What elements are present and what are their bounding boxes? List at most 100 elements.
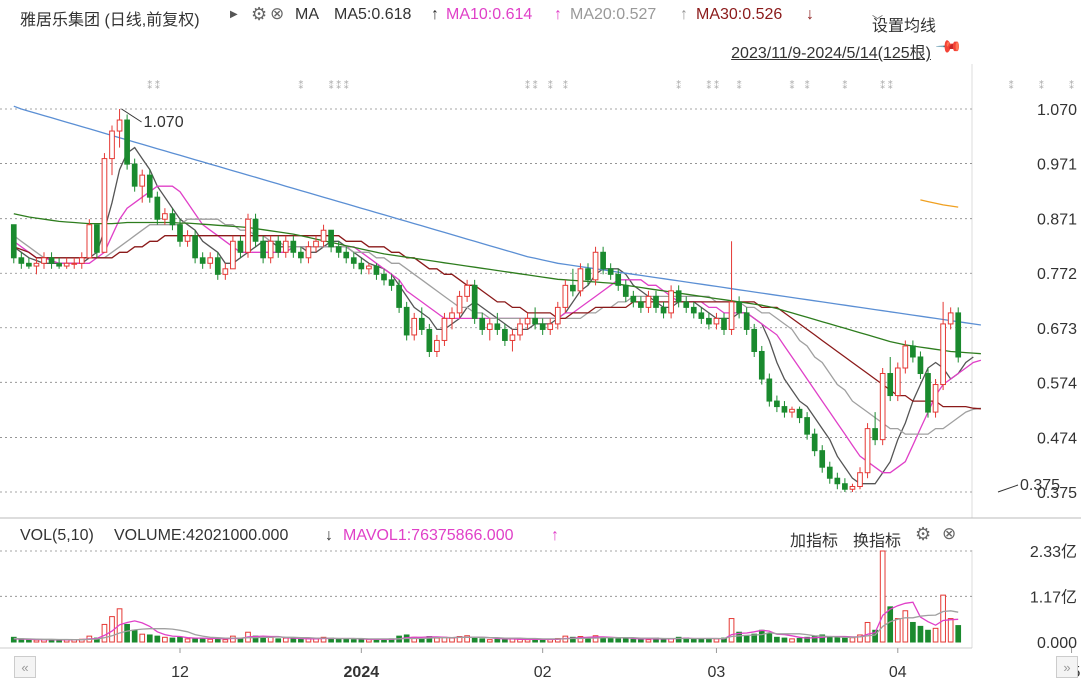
event-marker: ⁑ <box>298 79 303 92</box>
volume-bar <box>471 637 478 643</box>
close-icon[interactable]: ⊗ <box>270 4 284 24</box>
gear-icon[interactable]: ⚙ <box>251 4 267 25</box>
volume-bar <box>260 637 266 643</box>
candle <box>940 301 946 391</box>
annotation-pointer <box>121 108 142 123</box>
candle <box>320 224 327 247</box>
candle-body <box>56 262 62 267</box>
time-tick-label: 2024 <box>344 664 380 681</box>
volume-bar <box>940 594 946 643</box>
candle-body <box>796 408 803 419</box>
candle-body <box>660 306 667 314</box>
volume-bar <box>381 639 387 643</box>
volume-bar <box>343 638 350 643</box>
volume-bar <box>464 635 470 643</box>
volume-bar <box>751 633 758 643</box>
candle <box>562 279 569 313</box>
indicator-gear-icon[interactable]: ⚙ <box>915 524 931 545</box>
candle <box>622 279 629 302</box>
candle-body <box>758 350 765 380</box>
add-indicator-button[interactable]: 加指标 <box>790 527 838 551</box>
ma20-arrow: ↑ <box>680 6 688 23</box>
candle <box>690 301 697 319</box>
candle <box>71 257 78 269</box>
volume-bar <box>328 637 334 643</box>
expand-icon[interactable]: ▶ <box>230 9 238 20</box>
volume-tick-label: 0.000 <box>1037 635 1077 652</box>
candle <box>101 153 108 253</box>
volume-bar <box>547 639 554 643</box>
candle <box>683 296 690 313</box>
volume-bar <box>615 638 622 643</box>
candle <box>162 208 168 225</box>
candle-body <box>622 284 629 297</box>
candle-body <box>275 240 282 253</box>
candle-body <box>434 339 440 352</box>
candle <box>789 406 795 418</box>
volume-bars <box>10 550 962 643</box>
candle-body <box>653 295 659 308</box>
candle-body <box>721 317 727 330</box>
candle <box>146 169 153 203</box>
volume-bar <box>192 637 198 643</box>
candle-body <box>585 268 591 281</box>
ma20-line <box>13 218 981 435</box>
candle-body <box>539 323 546 330</box>
price-tick-label: 0.971 <box>1037 157 1077 174</box>
candle <box>887 356 894 402</box>
candle-body <box>774 400 780 408</box>
candle <box>849 483 856 492</box>
switch-indicator-button[interactable]: 换指标 <box>853 527 901 551</box>
candle-body <box>411 317 418 336</box>
volume-bar <box>48 639 55 643</box>
candle <box>335 241 342 258</box>
volume-bar <box>811 635 818 643</box>
candle-body <box>48 257 55 264</box>
volume-bar <box>502 638 508 643</box>
chart-header: 雅居乐集团 (日线,前复权) ▶ ⚙ ⊗ MA MA5:0.618 ↑ MA10… <box>0 0 1081 35</box>
volume-bar <box>245 631 251 643</box>
volume-bar <box>638 638 644 643</box>
candle <box>947 307 954 330</box>
candle-body <box>766 378 773 402</box>
candle-body <box>879 373 886 441</box>
candle-body <box>230 240 236 270</box>
candle-body <box>343 251 350 259</box>
candle-body <box>713 317 720 325</box>
candle <box>434 334 440 357</box>
candle <box>607 263 614 280</box>
chevron-down-icon: ﹀ <box>872 15 883 27</box>
volume-bar <box>864 621 871 643</box>
volume-bar <box>388 638 395 643</box>
stock-chart[interactable]: ⁑ ⁑ ⁑ ⁑ ⁑ ⁑ ⁑ ⁑ ⁑ ⁑ ⁑ ⁑ ⁑ ⁑ ⁑ ⁑ ⁑ ⁑ ⁑ ⁑ ⁑ ⁑ 1.0700.9710.8710.… <box>0 0 1081 684</box>
candle-body <box>532 317 538 325</box>
ma10-arrow: ↑ <box>554 6 562 23</box>
candle <box>539 318 546 335</box>
ma30-line <box>13 235 981 410</box>
event-marker: ⁑ <box>147 79 152 92</box>
candle-body <box>486 323 493 330</box>
price-annotations: 1.070 0.375 <box>121 108 1060 494</box>
candle-body <box>403 306 410 336</box>
scroll-right-button[interactable]: » <box>1056 656 1078 678</box>
candle <box>879 368 886 446</box>
scroll-left-button[interactable]: « <box>14 656 36 678</box>
candle-body <box>313 240 319 248</box>
candle <box>796 406 803 424</box>
volume-bar <box>313 638 319 643</box>
ma20-label: MA20:0.527 <box>570 6 657 23</box>
candle-body <box>222 268 229 275</box>
volume-bar <box>78 638 85 643</box>
indicator-close-icon[interactable]: ⊗ <box>942 524 956 544</box>
candle <box>154 191 161 225</box>
candle <box>502 323 508 346</box>
pin-icon[interactable]: 📌 <box>934 32 963 61</box>
volume-bar <box>10 636 17 643</box>
candle-body <box>630 295 637 303</box>
candle <box>139 169 146 203</box>
candle-body <box>668 290 674 314</box>
price-tick-label: 1.070 <box>1037 102 1077 119</box>
candle <box>184 230 191 247</box>
candle <box>894 362 901 402</box>
volume-arrow: ↓ <box>325 527 333 544</box>
